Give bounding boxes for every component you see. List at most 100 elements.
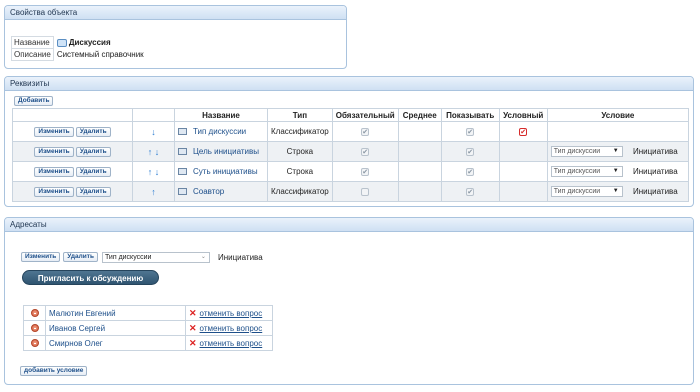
table-row: Изменить Удалить ↑ Соавтор Классификатор… xyxy=(12,181,690,202)
requisites-panel: Реквизиты Добавить Название Тип Обязател… xyxy=(4,76,694,207)
delete-button[interactable]: Удалить xyxy=(75,167,111,177)
table-row: Изменить Удалить ↑ ↓ Цель инициативы Стр… xyxy=(12,141,690,162)
invite-button[interactable]: Пригласить к обсуждению xyxy=(22,270,159,285)
row-type: Строка xyxy=(267,141,333,162)
col-required: Обязательный xyxy=(331,108,399,122)
table-row: Иванов Сергей ✕ отменить вопрос xyxy=(23,320,273,336)
condition-value: Инициатива xyxy=(632,186,678,196)
move-arrows-icon[interactable]: ↑ ↓ xyxy=(148,147,160,157)
conditional-checkbox[interactable]: ✔ xyxy=(519,127,528,136)
row-condition: Тип дискуссии ▼ Инициатива xyxy=(546,141,690,162)
cancel-question-link[interactable]: отменить вопрос xyxy=(200,324,263,333)
table-row: Изменить Удалить ↑ ↓ Суть инициативы Стр… xyxy=(12,161,690,182)
row-required: ✔ xyxy=(331,141,399,162)
addressee-condition-select[interactable]: Тип дискуссии ⌄ xyxy=(101,251,210,263)
close-icon[interactable]: ✕ xyxy=(189,308,197,318)
requisite-name-link[interactable]: Тип дискуссии xyxy=(193,127,246,136)
edit-button[interactable]: Изменить xyxy=(34,187,74,197)
table-row: Изменить Удалить ↓ Тип дискуссии Классиф… xyxy=(12,121,690,142)
table-row: Малютин Евгений ✕ отменить вопрос xyxy=(23,305,273,321)
show-checkbox[interactable]: ✔ xyxy=(466,167,475,176)
addressee-condition-value: Инициатива xyxy=(217,252,263,262)
delete-button[interactable]: Удалить xyxy=(75,147,111,157)
chat-icon xyxy=(56,38,67,47)
row-show: ✔ xyxy=(440,161,500,182)
col-average: Среднее xyxy=(397,108,442,122)
show-checkbox[interactable]: ✔ xyxy=(466,127,475,136)
properties-table: Название Дискуссия Описание Системный сп… xyxy=(11,36,147,61)
remove-icon[interactable] xyxy=(30,339,39,348)
row-show: ✔ xyxy=(440,141,500,162)
close-icon[interactable]: ✕ xyxy=(189,323,197,333)
remove-cell xyxy=(23,305,46,321)
delete-button[interactable]: Удалить xyxy=(63,252,98,262)
edit-button[interactable]: Изменить xyxy=(34,147,74,157)
person-name[interactable]: Смирнов Олег xyxy=(45,335,186,351)
row-actions: Изменить Удалить xyxy=(12,161,133,182)
col-actions xyxy=(12,108,133,122)
person-name[interactable]: Иванов Сергей xyxy=(45,320,186,336)
edit-button[interactable]: Изменить xyxy=(34,167,74,177)
delete-button[interactable]: Удалить xyxy=(75,187,111,197)
remove-icon[interactable] xyxy=(30,324,39,333)
table-row: Смирнов Олег ✕ отменить вопрос xyxy=(23,335,273,351)
row-conditional: ✔ xyxy=(498,121,548,142)
row-order: ↓ xyxy=(132,121,175,142)
row-average xyxy=(397,161,442,182)
row-actions: Изменить Удалить xyxy=(12,141,133,162)
condition-value: Инициатива xyxy=(632,166,678,176)
name-label: Название xyxy=(11,36,54,49)
condition-value: Инициатива xyxy=(632,146,678,156)
condition-select[interactable]: Тип дискуссии ▼ xyxy=(550,166,623,177)
document-icon xyxy=(178,128,187,136)
addressees-table: Малютин Евгений ✕ отменить вопрос Иванов … xyxy=(23,305,273,351)
row-order: ↑ xyxy=(132,181,175,202)
close-icon[interactable]: ✕ xyxy=(189,338,197,348)
move-arrows-icon[interactable]: ↑ xyxy=(151,187,156,197)
condition-select-value: Тип дискуссии xyxy=(553,168,601,175)
cancel-question-link[interactable]: отменить вопрос xyxy=(200,339,263,348)
chevron-down-icon: ▼ xyxy=(612,168,619,174)
col-condition: Условие xyxy=(546,108,690,122)
required-checkbox[interactable] xyxy=(361,187,370,196)
requisite-name-link[interactable]: Суть инициативы xyxy=(193,167,258,176)
row-show: ✔ xyxy=(440,121,500,142)
col-type: Тип xyxy=(267,108,333,122)
row-conditional xyxy=(498,161,548,182)
required-checkbox[interactable]: ✔ xyxy=(361,167,370,176)
edit-button[interactable]: Изменить xyxy=(21,252,61,262)
properties-panel: Свойства объекта Название Дискуссия Опис… xyxy=(4,5,347,69)
cancel-question-link[interactable]: отменить вопрос xyxy=(200,309,263,318)
row-average xyxy=(397,181,442,202)
chevron-down-icon: ⌄ xyxy=(200,253,206,260)
row-name-cell: Суть инициативы xyxy=(174,161,268,182)
show-checkbox[interactable]: ✔ xyxy=(466,187,475,196)
edit-button[interactable]: Изменить xyxy=(34,127,74,137)
addressees-toolbar: Изменить Удалить Тип дискуссии ⌄ Инициат… xyxy=(21,250,263,264)
person-name[interactable]: Малютин Евгений xyxy=(45,305,186,321)
requisite-name-link[interactable]: Цель инициативы xyxy=(193,147,259,156)
description-label: Описание xyxy=(11,48,54,61)
condition-select[interactable]: Тип дискуссии ▼ xyxy=(550,146,623,157)
move-arrows-icon[interactable]: ↑ ↓ xyxy=(148,167,160,177)
show-checkbox[interactable]: ✔ xyxy=(466,147,475,156)
requisites-table: Название Тип Обязательный Среднее Показы… xyxy=(12,108,690,202)
remove-icon[interactable] xyxy=(30,309,39,318)
requisite-name-link[interactable]: Соавтор xyxy=(193,187,224,196)
remove-cell xyxy=(23,335,46,351)
add-requisite-button[interactable]: Добавить xyxy=(14,96,54,106)
col-order xyxy=(132,108,175,122)
addressee-select-value: Тип дискуссии xyxy=(104,253,152,261)
delete-button[interactable]: Удалить xyxy=(75,127,111,137)
row-required xyxy=(331,181,399,202)
move-arrows-icon[interactable]: ↓ xyxy=(151,127,156,137)
cancel-cell: ✕ отменить вопрос xyxy=(185,335,273,351)
row-show: ✔ xyxy=(440,181,500,202)
addressees-header: Адресаты xyxy=(5,218,693,232)
condition-select[interactable]: Тип дискуссии ▼ xyxy=(550,186,623,197)
row-name-cell: Цель инициативы xyxy=(174,141,268,162)
required-checkbox[interactable]: ✔ xyxy=(361,147,370,156)
required-checkbox[interactable]: ✔ xyxy=(361,127,370,136)
row-required: ✔ xyxy=(331,161,399,182)
add-condition-button[interactable]: добавить условие xyxy=(20,366,88,376)
